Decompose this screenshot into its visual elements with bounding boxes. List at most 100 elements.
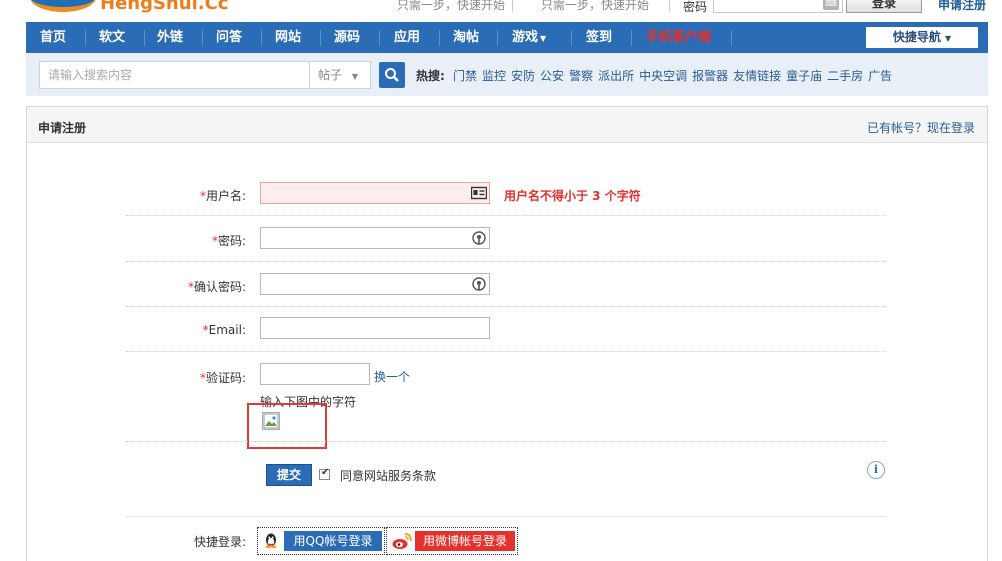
panel-title: 申请注册 [38,121,87,135]
register-link[interactable]: 申请注册 [938,0,986,13]
hot-search-item[interactable]: 报警器 [692,69,728,83]
captcha-label: *验证码: [126,369,246,386]
hot-search-item[interactable]: 警察 [569,69,593,83]
search-button[interactable] [379,62,405,88]
password-label: *密码: [126,232,246,249]
hot-search-item[interactable]: 公安 [540,69,564,83]
submit-button[interactable]: 提交 [266,464,312,486]
nav-item-games-label: 游戏 [512,30,539,45]
login-now-link[interactable]: 已有帐号？现在登录 [867,119,975,136]
nav-item-qa[interactable]: 问答 [216,22,242,53]
username-field[interactable] [260,182,490,204]
email-field[interactable] [260,317,490,339]
captcha-label-text: 验证码: [205,371,246,385]
nav-divider [261,30,262,46]
hot-search-item[interactable]: 监控 [482,69,506,83]
nav-divider [439,30,440,46]
row-divider [126,441,886,442]
weibo-login-button[interactable]: 用微博帐号登录 [386,527,518,555]
nav-item-apps[interactable]: 应用 [394,22,420,53]
top-bar: HengShui.Cc 只需一步，快速开始 只需一步，快速开始 密码 ⌨ 登录 … [0,0,1002,22]
search-icon [385,68,399,82]
chevron-down-icon: ▼ [945,34,952,43]
password-field[interactable] [260,227,490,249]
top-divider [512,0,513,12]
password-label-text: 密码: [217,234,246,248]
nav-divider [144,30,145,46]
id-card-icon [471,186,487,200]
tagline-1[interactable]: 只需一步，快速开始 [397,0,505,13]
search-type-label: 帖子 [318,68,343,82]
top-divider [669,0,670,12]
nav-divider [497,30,498,46]
nav-item-softarticle[interactable]: 软文 [99,22,125,53]
quick-login-label: 快捷登录: [193,535,246,549]
weibo-login-label: 用微博帐号登录 [415,531,515,551]
chevron-down-icon: ▼ [540,34,547,43]
key-icon [472,277,486,291]
row-divider [126,516,886,517]
row-divider [126,215,886,216]
quick-nav-label: 快捷导航 [892,30,941,44]
nav-divider [379,30,380,46]
nav-divider [202,30,203,46]
hot-search-item[interactable]: 安防 [511,69,535,83]
hot-search-item[interactable]: 派出所 [598,69,634,83]
hot-search-item[interactable]: 友情链接 [733,69,781,83]
agree-label[interactable]: 同意网站服务条款 [340,467,436,484]
qq-penguin-icon [261,531,281,551]
quick-nav-button[interactable]: 快捷导航 ▼ [866,27,978,48]
hot-search-item[interactable]: 童子庙 [786,69,822,83]
nav-item-mobile-client[interactable]: 手机客户端 [646,22,711,53]
qq-login-label: 用QQ帐号登录 [284,531,382,551]
captcha-highlight-box [247,403,327,449]
agree-checkbox[interactable] [319,467,330,480]
nav-item-checkin[interactable]: 签到 [586,22,612,53]
site-logo[interactable] [30,0,96,12]
confirm-password-label: *确认密码: [126,278,246,295]
nav-item-games[interactable]: 游戏 ▼ [512,22,546,53]
nav-item-websites[interactable]: 网站 [275,22,301,53]
hot-search-item[interactable]: 二手房 [827,69,863,83]
captcha-input[interactable] [260,363,370,385]
search-type-select[interactable]: 帖子 ▼ [309,61,371,89]
username-error: 用户名不得小于 3 个字符 [504,189,641,203]
tagline-2[interactable]: 只需一步，快速开始 [541,0,649,13]
top-password-label: 密码 [683,0,708,14]
site-logo-text[interactable]: HengShui.Cc [100,0,228,14]
email-label: *Email: [126,323,246,337]
nav-item-source[interactable]: 源码 [334,22,360,53]
hot-search-list: 门禁 监控 安防 公安 警察 派出所 中央空调 报警器 友情链接 童子庙 二手房 广告 [453,67,897,84]
main-nav: 首页 软文 外链 问答 网站 源码 应用 淘帖 游戏 ▼ 签到 手机客户端 快捷导… [26,22,988,53]
hot-search-item[interactable]: 广告 [868,69,892,83]
panel-header: 申请注册 已有帐号？现在登录 [27,107,987,143]
nav-divider [631,30,632,46]
nav-item-home[interactable]: 首页 [40,22,66,53]
nav-item-collections[interactable]: 淘帖 [453,22,479,53]
info-icon[interactable]: i [867,461,885,479]
nav-divider [85,30,86,46]
email-label-text: Email: [208,323,246,337]
weibo-icon [390,531,414,553]
qq-login-button[interactable]: 用QQ帐号登录 [257,527,385,555]
key-icon [472,231,486,245]
row-divider [126,306,886,307]
nav-item-links[interactable]: 外链 [157,22,183,53]
hot-search-item[interactable]: 中央空调 [639,69,687,83]
nav-divider [731,30,732,46]
hot-search-item[interactable]: 门禁 [453,69,477,83]
login-button[interactable]: 登录 [846,0,922,13]
nav-divider [571,30,572,46]
register-panel: 申请注册 已有帐号？现在登录 *用户名: 用户名不得小于 3 个字符 *密码: … [26,106,988,561]
username-label-text: 用户名: [205,189,246,203]
row-divider [126,351,886,352]
search-input[interactable]: 请输入搜索内容 [39,61,339,89]
captcha-refresh-link[interactable]: 换一个 [374,368,410,385]
hot-search-label: 热搜: [416,69,445,83]
chevron-down-icon: ▼ [351,72,358,81]
confirm-password-field[interactable] [260,273,490,295]
nav-divider [320,30,321,46]
confirm-password-label-text: 确认密码: [193,280,246,294]
username-label: *用户名: [126,187,246,204]
keyboard-icon[interactable]: ⌨ [823,0,839,10]
